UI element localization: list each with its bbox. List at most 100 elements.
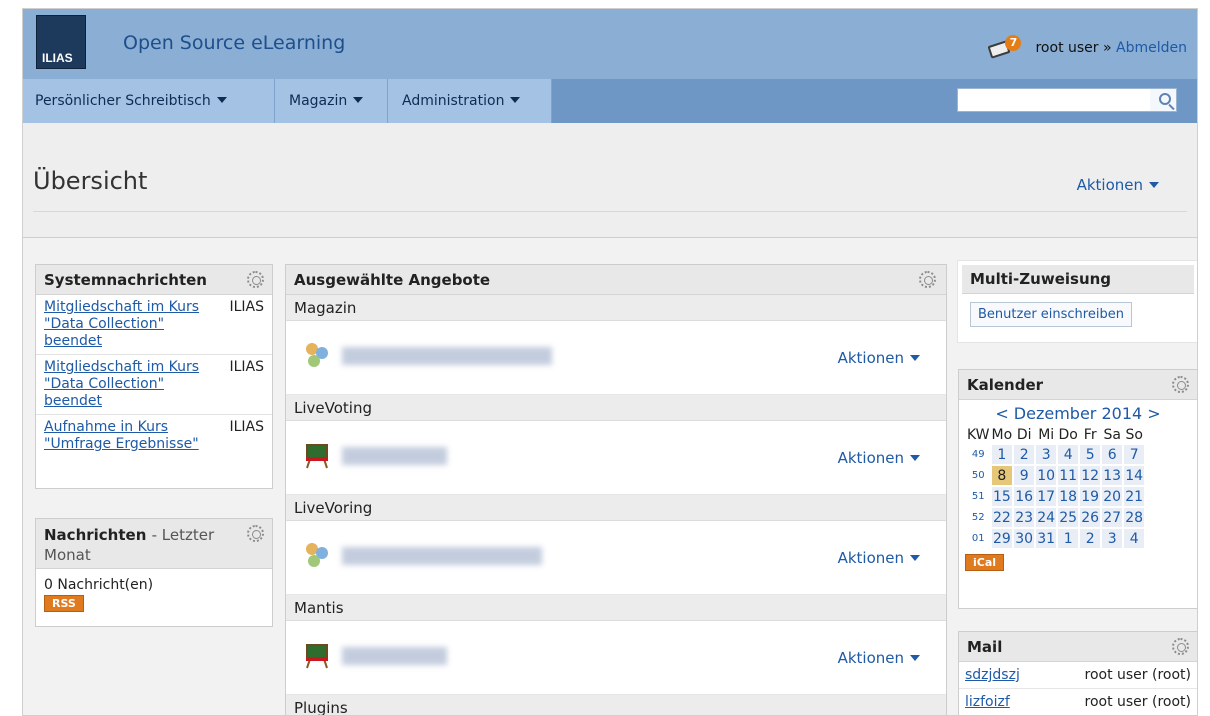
chevron-down-icon [910, 455, 920, 461]
calendar-day[interactable]: 4 [1124, 529, 1145, 548]
mail-subject-link[interactable]: sdzjdszj [965, 667, 1020, 683]
calendar-grid: KW Mo Di Mi Do Fr Sa So 49 1 2 3 4 5 6 7… [965, 425, 1146, 550]
nav-personal-desktop-label: Persönlicher Schreibtisch [35, 93, 211, 109]
calendar-day[interactable]: 2 [1080, 529, 1101, 548]
calendar-day[interactable]: 15 [991, 487, 1013, 506]
calendar-day[interactable]: 11 [1058, 466, 1079, 485]
calendar-week-number[interactable]: 52 [967, 508, 990, 527]
calendar-day[interactable]: 24 [1036, 508, 1057, 527]
rss-button[interactable]: RSS [44, 595, 84, 612]
section-label: Mantis [286, 595, 946, 621]
calendar-day[interactable]: 4 [1058, 445, 1079, 464]
list-item: Mitgliedschaft im Kurs "Data Collection"… [36, 295, 272, 355]
system-message-link[interactable]: Mitgliedschaft im Kurs "Data Collection"… [44, 359, 214, 410]
ilias-logo[interactable]: ILIAS [36, 15, 86, 69]
search-icon[interactable] [1159, 93, 1171, 105]
item-actions-dropdown[interactable]: Aktionen [838, 549, 920, 567]
item-actions-dropdown[interactable]: Aktionen [838, 449, 920, 467]
calendar-header-cell: Mi [1038, 427, 1055, 443]
calendar-month-nav[interactable]: < Dezember 2014 > [959, 400, 1197, 425]
selected-items-header: Ausgewählte Angebote [286, 265, 946, 295]
mail-subject-link[interactable]: lizfoizf [965, 694, 1010, 710]
calendar-day[interactable]: 3 [1036, 445, 1057, 464]
enroll-users-button[interactable]: Benutzer einschreiben [970, 302, 1132, 327]
chevron-down-icon [910, 655, 920, 661]
calendar-day[interactable]: 30 [1014, 529, 1035, 548]
calendar-day[interactable]: 25 [1058, 508, 1079, 527]
calendar-day[interactable]: 1 [991, 445, 1013, 464]
calendar-day[interactable]: 16 [1014, 487, 1035, 506]
calendar-header-cell: Sa [1103, 427, 1121, 443]
item-actions-dropdown[interactable]: Aktionen [838, 649, 920, 667]
calendar-day[interactable]: 19 [1080, 487, 1101, 506]
item-title-redacted[interactable] [342, 447, 447, 465]
calendar-header-cell: Fr [1083, 427, 1097, 443]
chevron-down-icon [910, 555, 920, 561]
user-name: root user » [1035, 40, 1112, 56]
item-title-redacted[interactable] [342, 347, 552, 365]
mail-sender: root user (root) [1084, 667, 1192, 683]
calendar-week-number[interactable]: 50 [967, 466, 990, 485]
calendar-title: Kalender [967, 376, 1044, 394]
calendar-day[interactable]: 21 [1124, 487, 1145, 506]
calendar-day[interactable]: 12 [1080, 466, 1101, 485]
calendar-week-number[interactable]: 01 [967, 529, 990, 548]
blackboard-icon [304, 643, 330, 669]
item-actions-label: Aktionen [837, 349, 904, 367]
nav-administration[interactable]: Administration [388, 79, 552, 123]
calendar-day[interactable]: 17 [1036, 487, 1057, 506]
calendar-day[interactable]: 20 [1102, 487, 1123, 506]
news-count: 0 Nachricht(en) [44, 577, 154, 593]
nav-personal-desktop[interactable]: Persönlicher Schreibtisch [23, 79, 275, 123]
calendar-day[interactable]: 14 [1124, 466, 1145, 485]
calendar-day[interactable]: 27 [1102, 508, 1123, 527]
calendar-day[interactable]: 13 [1102, 466, 1123, 485]
calendar-day[interactable]: 5 [1080, 445, 1101, 464]
calendar-day[interactable]: 26 [1080, 508, 1101, 527]
item-title-redacted[interactable] [342, 547, 542, 565]
list-item: sdzjdszj root user (root) [959, 662, 1197, 689]
nav-magazin[interactable]: Magazin [275, 79, 388, 123]
calendar-day[interactable]: 18 [1058, 487, 1079, 506]
system-message-link[interactable]: Aufnahme in Kurs "Umfrage Ergebnisse" [44, 419, 214, 453]
calendar-day[interactable]: 23 [1014, 508, 1035, 527]
calendar-day[interactable]: 29 [991, 529, 1013, 548]
calendar-day-today[interactable]: 8 [991, 466, 1013, 485]
calendar-week-number[interactable]: 51 [967, 487, 990, 506]
gear-icon[interactable] [247, 271, 264, 288]
calendar-day[interactable]: 10 [1036, 466, 1057, 485]
title-divider [33, 211, 1187, 212]
logout-link[interactable]: Abmelden [1116, 40, 1187, 56]
calendar-day[interactable]: 7 [1124, 445, 1145, 464]
gear-icon[interactable] [919, 271, 936, 288]
page-actions-dropdown[interactable]: Aktionen [1077, 176, 1159, 194]
site-title[interactable]: Open Source eLearning [123, 32, 345, 54]
mail-block: Mail sdzjdszj root user (root) lizfoizf ro… [958, 631, 1197, 715]
item-title-redacted[interactable] [342, 647, 447, 665]
gear-icon[interactable] [1172, 376, 1189, 393]
app-frame: ILIAS Open Source eLearning 7 root user … [22, 8, 1198, 716]
calendar-day[interactable]: 1 [1058, 529, 1079, 548]
calendar-day[interactable]: 9 [1014, 466, 1035, 485]
calendar-day[interactable]: 6 [1102, 445, 1123, 464]
nav-administration-label: Administration [402, 93, 505, 109]
calendar-week-number[interactable]: 49 [967, 445, 990, 464]
list-item: Aktionen [286, 621, 946, 695]
calendar-day[interactable]: 2 [1014, 445, 1035, 464]
chevron-down-icon [353, 97, 364, 103]
multi-assignment-block: Multi-Zuweisung Benutzer einschreiben [958, 261, 1197, 342]
gear-icon[interactable] [247, 525, 264, 542]
calendar-day[interactable]: 22 [991, 508, 1013, 527]
calendar-day[interactable]: 31 [1036, 529, 1057, 548]
mail-icon[interactable]: 7 [987, 35, 1022, 59]
item-actions-dropdown[interactable]: Aktionen [838, 349, 920, 367]
calendar-day[interactable]: 28 [1124, 508, 1145, 527]
calendar-header-cell: Di [1016, 427, 1032, 443]
section-label: LiveVoring [286, 495, 946, 521]
calendar-day[interactable]: 3 [1102, 529, 1123, 548]
ical-button[interactable]: iCal [965, 554, 1005, 571]
system-message-link[interactable]: Mitgliedschaft im Kurs "Data Collection"… [44, 299, 214, 350]
gear-icon[interactable] [1172, 638, 1189, 655]
calendar-block: Kalender < Dezember 2014 > KW Mo Di Mi D… [958, 369, 1197, 609]
search-input[interactable] [958, 89, 1150, 111]
